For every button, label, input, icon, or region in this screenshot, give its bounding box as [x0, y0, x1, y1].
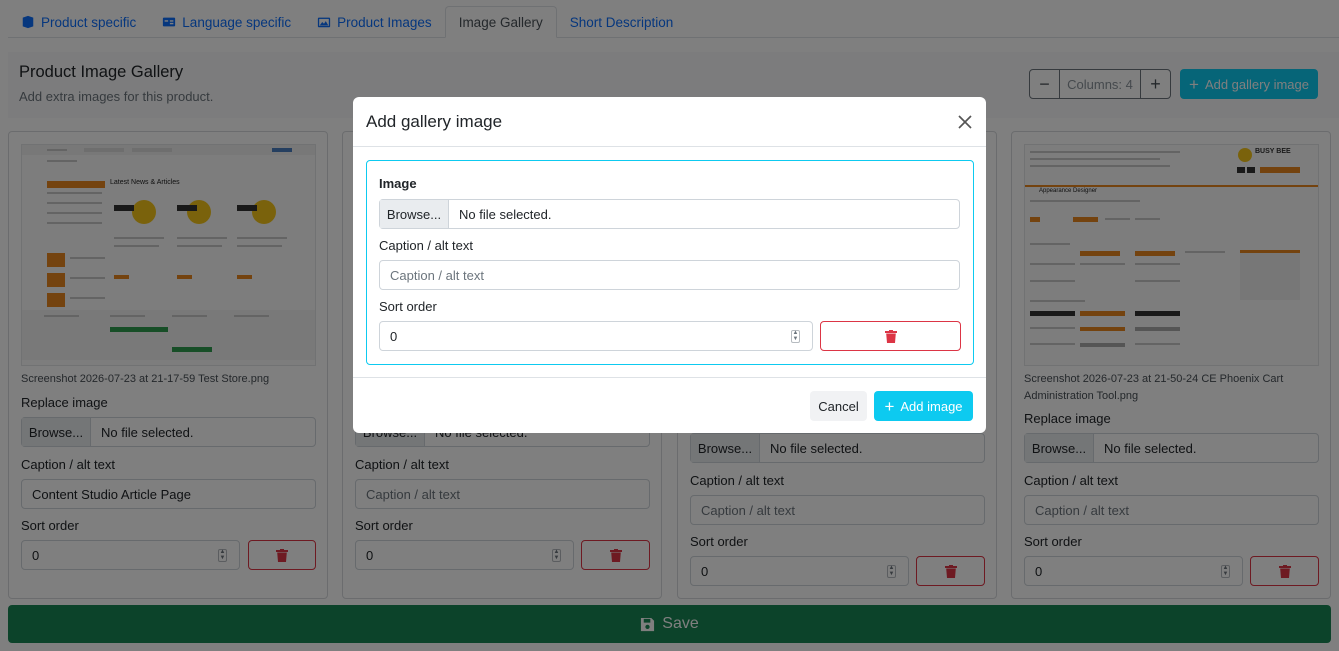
- add-image-label: Add image: [900, 398, 963, 414]
- plus-icon: +: [884, 396, 895, 416]
- sort-order-input[interactable]: 0 ▲▼: [379, 321, 813, 351]
- image-file-input[interactable]: Browse... No file selected.: [379, 199, 960, 229]
- add-image-button[interactable]: + Add image: [874, 391, 973, 421]
- sort-order-value: 0: [390, 328, 398, 344]
- trash-icon: [884, 329, 897, 343]
- modal-form-panel: Image Browse... No file selected. Captio…: [366, 160, 974, 365]
- sort-order-label: Sort order: [379, 299, 437, 314]
- caption-label: Caption / alt text: [379, 238, 473, 253]
- file-status: No file selected.: [459, 206, 552, 222]
- divider: [353, 377, 986, 378]
- browse-button[interactable]: Browse...: [380, 200, 449, 228]
- image-label: Image: [379, 176, 417, 191]
- remove-row-button[interactable]: [820, 321, 961, 351]
- modal-title: Add gallery image: [366, 112, 503, 131]
- spinner-icon[interactable]: ▲▼: [791, 330, 800, 343]
- divider: [353, 146, 986, 147]
- add-gallery-image-modal: Add gallery image Image Browse... No fil…: [353, 97, 986, 433]
- close-icon[interactable]: [957, 114, 973, 130]
- cancel-button[interactable]: Cancel: [810, 391, 867, 421]
- caption-input[interactable]: Caption / alt text: [379, 260, 960, 290]
